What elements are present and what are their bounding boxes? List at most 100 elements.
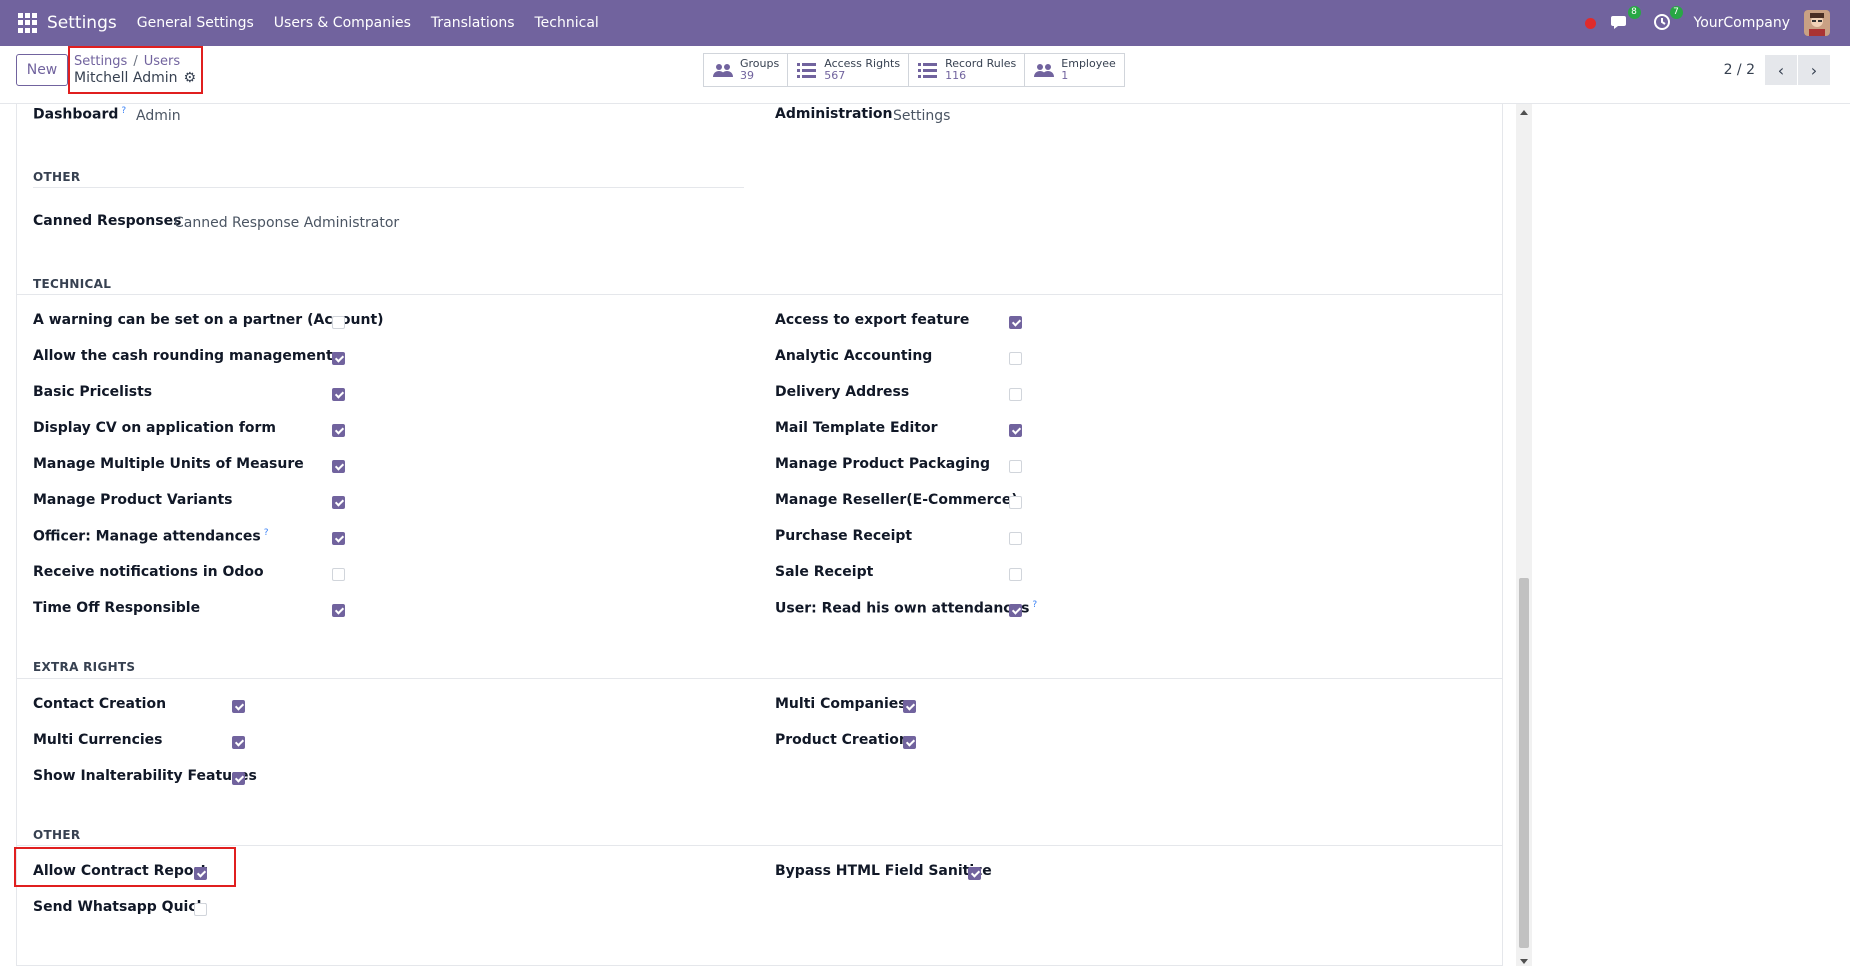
messages-icon[interactable]: 8 xyxy=(1610,6,1641,34)
delivery-address-checkbox[interactable] xyxy=(1009,388,1022,401)
users-icon xyxy=(1034,64,1055,77)
activities-badge: 7 xyxy=(1669,6,1683,19)
dashboard-label: Dashboard? xyxy=(33,106,127,123)
multi-currencies-checkbox[interactable] xyxy=(232,736,245,749)
groups-smart-button[interactable]: Groups 39 xyxy=(704,54,789,86)
display-cv-on-application-form-label: Display CV on application form xyxy=(33,420,277,436)
allow-contract-report-checkbox[interactable] xyxy=(194,867,207,880)
analytic-accounting-label: Analytic Accounting xyxy=(775,348,933,364)
chevron-left-icon[interactable]: ‹ xyxy=(1765,55,1797,85)
employee-count: 1 xyxy=(1061,69,1069,82)
allow-the-cash-rounding-management-label: Allow the cash rounding management xyxy=(33,348,333,364)
gear-icon[interactable]: ⚙ xyxy=(184,70,197,86)
section-divider xyxy=(17,678,1502,679)
manage-reseller-e-commerce-checkbox[interactable] xyxy=(1009,496,1022,509)
purchase-receipt-label: Purchase Receipt xyxy=(775,528,913,544)
list-icon xyxy=(797,63,817,78)
manage-product-variants-checkbox[interactable] xyxy=(332,496,345,509)
allow-contract-report-label: Allow Contract Report xyxy=(33,863,208,879)
scroll-up-arrow[interactable] xyxy=(1520,110,1528,115)
send-whatsapp-quick-label: Send Whatsapp Quick xyxy=(33,899,206,915)
a-warning-can-be-set-on-a-partner-account-label: A warning can be set on a partner (Accou… xyxy=(33,312,384,328)
help-icon[interactable]: ? xyxy=(264,528,269,538)
scroll-down-arrow[interactable] xyxy=(1520,959,1528,964)
mail-template-editor-label: Mail Template Editor xyxy=(775,420,938,436)
chevron-right-icon[interactable]: › xyxy=(1798,55,1830,85)
pager-value[interactable]: 2 / 2 xyxy=(1724,62,1755,78)
officer-manage-attendances-checkbox[interactable] xyxy=(332,532,345,545)
bypass-html-field-sanitize-label: Bypass HTML Field Sanitize xyxy=(775,863,992,879)
access-to-export-feature-checkbox[interactable] xyxy=(1009,316,1022,329)
mail-template-editor-checkbox[interactable] xyxy=(1009,424,1022,437)
menu-translations[interactable]: Translations xyxy=(431,15,515,31)
section-technical-title: TECHNICAL xyxy=(33,277,112,291)
basic-pricelists-label: Basic Pricelists xyxy=(33,384,153,400)
user-read-his-own-attendances-label: User: Read his own attendances? xyxy=(775,600,1038,617)
display-cv-on-application-form-checkbox[interactable] xyxy=(332,424,345,437)
receive-notifications-in-odoo-label: Receive notifications in Odoo xyxy=(33,564,264,580)
section-divider xyxy=(17,845,1502,846)
employee-label: Employee xyxy=(1061,57,1116,70)
app-brand[interactable]: Settings xyxy=(47,13,117,33)
a-warning-can-be-set-on-a-partner-account-checkbox[interactable] xyxy=(332,316,345,329)
breadcrumb-separator: / xyxy=(133,54,138,69)
help-icon[interactable]: ? xyxy=(1032,600,1037,610)
record-rules-smart-button[interactable]: Record Rules 116 xyxy=(909,54,1026,86)
multi-companies-checkbox[interactable] xyxy=(903,700,916,713)
canned-responses-label: Canned Responses xyxy=(33,213,182,229)
bypass-html-field-sanitize-checkbox[interactable] xyxy=(968,867,981,880)
multi-currencies-label: Multi Currencies xyxy=(33,732,163,748)
sale-receipt-checkbox[interactable] xyxy=(1009,568,1022,581)
users-icon xyxy=(713,64,733,77)
product-creation-checkbox[interactable] xyxy=(903,736,916,749)
recording-indicator-icon xyxy=(1584,17,1596,29)
administration-label: Administration xyxy=(775,106,893,122)
new-button[interactable]: New xyxy=(16,54,68,86)
basic-pricelists-checkbox[interactable] xyxy=(332,388,345,401)
activities-clock-icon[interactable]: 7 xyxy=(1652,6,1683,34)
user-avatar[interactable] xyxy=(1804,10,1830,36)
contact-creation-label: Contact Creation xyxy=(33,696,167,712)
sale-receipt-label: Sale Receipt xyxy=(775,564,874,580)
user-read-his-own-attendances-checkbox[interactable] xyxy=(1009,604,1022,617)
dashboard-value[interactable]: Admin xyxy=(136,108,181,124)
contact-creation-checkbox[interactable] xyxy=(232,700,245,713)
scrollbar[interactable] xyxy=(1516,104,1532,966)
employee-smart-button[interactable]: Employee 1 xyxy=(1025,54,1123,86)
app-menu-icon[interactable] xyxy=(18,13,38,33)
breadcrumb: Settings / Users Mitchell Admin ⚙ xyxy=(68,46,203,94)
section-other-title: OTHER xyxy=(33,170,81,184)
record-rules-count: 116 xyxy=(945,69,967,82)
show-inalterability-features-checkbox[interactable] xyxy=(232,772,245,785)
manage-product-variants-label: Manage Product Variants xyxy=(33,492,233,508)
analytic-accounting-checkbox[interactable] xyxy=(1009,352,1022,365)
section-extra-rights-title: EXTRA RIGHTS xyxy=(33,660,136,674)
record-title: Mitchell Admin xyxy=(74,70,178,86)
help-icon[interactable]: ? xyxy=(121,106,126,116)
delivery-address-label: Delivery Address xyxy=(775,384,910,400)
product-creation-label: Product Creation xyxy=(775,732,909,748)
access-rights-count: 567 xyxy=(824,69,846,82)
manage-product-packaging-checkbox[interactable] xyxy=(1009,460,1022,473)
time-off-responsible-checkbox[interactable] xyxy=(332,604,345,617)
section-divider xyxy=(33,187,744,188)
administration-value[interactable]: Settings xyxy=(893,108,950,124)
send-whatsapp-quick-checkbox[interactable] xyxy=(194,903,207,916)
receive-notifications-in-odoo-checkbox[interactable] xyxy=(332,568,345,581)
canned-responses-value[interactable]: Canned Response Administrator xyxy=(174,215,399,231)
menu-general-settings[interactable]: General Settings xyxy=(137,15,254,31)
manage-product-packaging-label: Manage Product Packaging xyxy=(775,456,991,472)
access-rights-smart-button[interactable]: Access Rights 567 xyxy=(788,54,910,86)
show-inalterability-features-label: Show Inalterability Features xyxy=(33,768,257,784)
purchase-receipt-checkbox[interactable] xyxy=(1009,532,1022,545)
company-switcher[interactable]: YourCompany xyxy=(1694,15,1791,31)
top-navbar: Settings General Settings Users & Compan… xyxy=(0,0,1850,46)
manage-multiple-units-of-measure-checkbox[interactable] xyxy=(332,460,345,473)
scrollbar-thumb[interactable] xyxy=(1519,578,1529,948)
groups-count: 39 xyxy=(740,69,754,82)
breadcrumb-users[interactable]: Users xyxy=(144,54,180,69)
menu-users-companies[interactable]: Users & Companies xyxy=(274,15,411,31)
menu-technical[interactable]: Technical xyxy=(535,15,599,31)
allow-the-cash-rounding-management-checkbox[interactable] xyxy=(332,352,345,365)
breadcrumb-settings[interactable]: Settings xyxy=(74,54,127,69)
